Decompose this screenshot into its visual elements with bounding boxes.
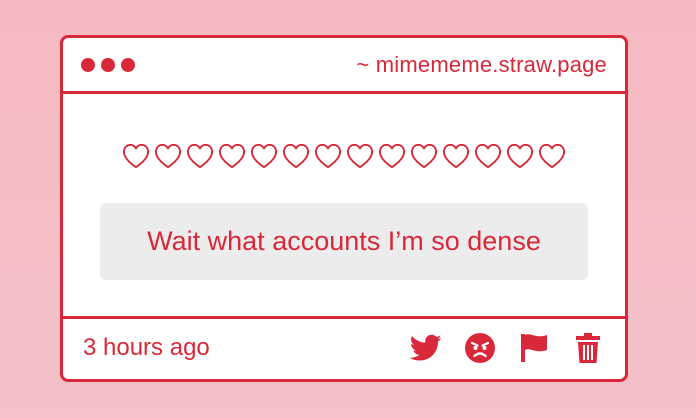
angry-face-icon [465,332,495,363]
heart-icon[interactable] [537,142,567,170]
timestamp: 3 hours ago [83,333,210,361]
title-bar: ~ mimememe.straw.page [63,38,625,94]
heart-icon[interactable] [345,142,375,170]
heart-icon[interactable] [505,142,535,170]
heart-icon[interactable] [281,142,311,170]
heart-icon[interactable] [249,142,279,170]
window-dot [101,57,115,72]
report-button[interactable] [517,331,551,365]
heart-icon[interactable] [441,142,471,170]
heart-icon[interactable] [153,142,183,170]
window-controls [81,57,135,72]
twitter-button[interactable] [409,331,443,365]
hearts-row [63,142,625,170]
message-text: Wait what accounts I’m so dense [100,203,588,280]
heart-icon[interactable] [121,142,151,170]
heart-icon[interactable] [217,142,247,170]
window-dot [121,57,135,72]
heart-icon[interactable] [313,142,343,170]
heart-icon[interactable] [185,142,215,170]
twitter-icon [410,334,442,361]
card-footer: 3 hours ago [63,319,625,376]
flag-icon [521,333,547,362]
heart-icon[interactable] [409,142,439,170]
message-card: ~ mimememe.straw.page Wait what accounts… [60,35,628,382]
trash-icon [576,332,600,363]
message-content: Wait what accounts I’m so dense [63,94,625,319]
site-url[interactable]: ~ mimememe.straw.page [356,52,607,78]
angry-reaction-button[interactable] [463,331,497,365]
window-dot [81,57,95,72]
heart-icon[interactable] [377,142,407,170]
heart-icon[interactable] [473,142,503,170]
delete-button[interactable] [571,331,605,365]
action-bar [409,331,605,365]
